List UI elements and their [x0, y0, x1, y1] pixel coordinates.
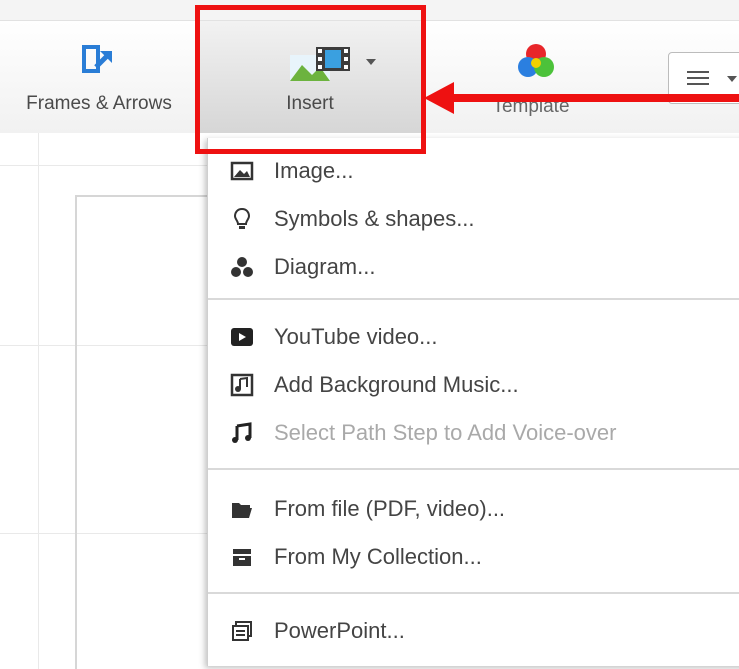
- frames-arrows-icon: [82, 45, 112, 73]
- frames-arrows-label: Frames & Arrows: [26, 93, 172, 114]
- image-icon: [230, 161, 254, 181]
- menu-item-label: YouTube video...: [274, 324, 438, 349]
- app-window: Frames & Arrows Insert Template Image...…: [0, 0, 739, 669]
- folder-open-icon: [232, 503, 252, 518]
- menu-item-youtube-video[interactable]: YouTube video...: [208, 314, 739, 360]
- menu-separator: [208, 468, 739, 470]
- lightbulb-icon: [233, 207, 251, 229]
- menu-item-label: Image...: [274, 158, 354, 183]
- menu-item-label: From My Collection...: [274, 544, 482, 569]
- grid-line: [38, 133, 39, 669]
- menu-item-label: Select Path Step to Add Voice-over: [274, 420, 617, 445]
- menu-separator: [208, 592, 739, 594]
- chevron-down-icon: [366, 59, 376, 65]
- diagram-icon: [231, 257, 253, 277]
- menu-item-label: From file (PDF, video)...: [274, 496, 506, 521]
- collection-box-icon: [233, 549, 251, 566]
- menu-item-powerpoint[interactable]: PowerPoint...: [208, 608, 739, 654]
- youtube-icon: [231, 328, 253, 346]
- insert-button[interactable]: Insert: [198, 21, 422, 133]
- insert-dropdown-menu: Image... Symbols & shapes... Diagram...: [207, 138, 739, 666]
- menu-item-diagram[interactable]: Diagram...: [208, 244, 739, 290]
- menu-item-label: Symbols & shapes...: [274, 206, 475, 231]
- powerpoint-icon: [232, 621, 252, 641]
- annotation-arrow: [424, 82, 739, 114]
- music-note-icon: [232, 422, 252, 443]
- menu-item-my-collection[interactable]: From My Collection...: [208, 534, 739, 580]
- menu-item-voice-over: Select Path Step to Add Voice-over: [208, 410, 739, 456]
- menu-item-background-music[interactable]: Add Background Music...: [208, 362, 739, 408]
- insert-media-icon: [290, 47, 350, 81]
- music-file-icon: [230, 373, 254, 397]
- frames-arrows-button[interactable]: Frames & Arrows: [0, 21, 198, 133]
- menu-item-label: PowerPoint...: [274, 618, 405, 643]
- insert-label: Insert: [286, 93, 334, 114]
- menu-item-symbols-shapes[interactable]: Symbols & shapes...: [208, 196, 739, 242]
- template-color-icon: [518, 44, 554, 77]
- menu-item-label: Diagram...: [274, 254, 376, 279]
- menu-separator: [208, 298, 739, 300]
- menu-item-image[interactable]: Image...: [208, 148, 739, 194]
- menu-item-label: Add Background Music...: [274, 372, 519, 397]
- menu-item-from-file[interactable]: From file (PDF, video)...: [208, 486, 739, 532]
